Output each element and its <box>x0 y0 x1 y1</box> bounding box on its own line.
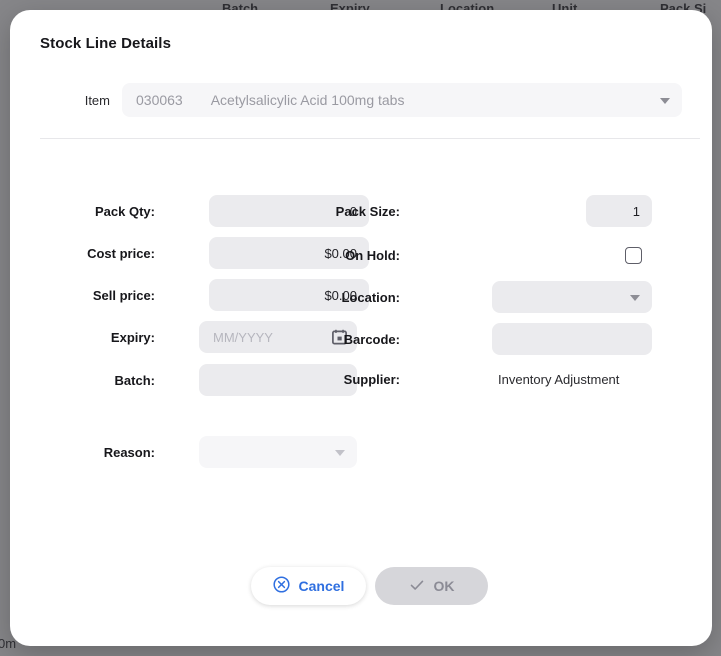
cancel-button[interactable]: Cancel <box>251 567 366 605</box>
chevron-down-icon <box>335 450 345 456</box>
barcode-row: Barcode: <box>10 323 670 355</box>
check-icon <box>409 577 425 596</box>
item-row: Item 030063 Acetylsalicylic Acid 100mg t… <box>40 83 682 117</box>
reason-label: Reason: <box>103 444 155 460</box>
supplier-value: Inventory Adjustment <box>498 371 620 387</box>
barcode-input[interactable] <box>492 323 652 355</box>
reason-select[interactable] <box>199 436 357 468</box>
stock-line-details-dialog: Stock Line Details Item 030063 Acetylsal… <box>10 10 712 646</box>
location-select[interactable] <box>492 281 652 313</box>
chevron-down-icon <box>630 295 640 301</box>
dialog-title: Stock Line Details <box>40 35 172 52</box>
on-hold-checkbox[interactable] <box>625 246 642 264</box>
chevron-down-icon <box>660 98 670 104</box>
pack-size-value: 1 <box>632 203 640 219</box>
on-hold-label: On Hold: <box>345 247 400 263</box>
cancel-button-label: Cancel <box>298 578 345 594</box>
supplier-row: Supplier: Inventory Adjustment <box>10 363 670 395</box>
cancel-circle-icon <box>272 576 290 596</box>
item-label: Item <box>84 92 110 108</box>
pack-size-input[interactable]: 1 <box>586 195 652 227</box>
ok-button-label: OK <box>433 578 455 594</box>
supplier-label: Supplier: <box>343 371 400 387</box>
item-name: Acetylsalicylic Acid 100mg tabs <box>210 92 405 108</box>
location-row: Location: <box>10 281 670 313</box>
pack-size-row: Pack Size: 1 <box>10 195 670 227</box>
pack-size-label: Pack Size: <box>335 203 400 219</box>
location-label: Location: <box>341 289 401 305</box>
item-select[interactable]: 030063 Acetylsalicylic Acid 100mg tabs <box>122 83 682 117</box>
reason-row: Reason: <box>10 436 370 468</box>
on-hold-row: On Hold: <box>10 239 670 271</box>
item-code: 030063 <box>136 92 183 108</box>
barcode-label: Barcode: <box>343 331 400 347</box>
header-divider <box>40 138 700 139</box>
ok-button[interactable]: OK <box>375 567 488 605</box>
